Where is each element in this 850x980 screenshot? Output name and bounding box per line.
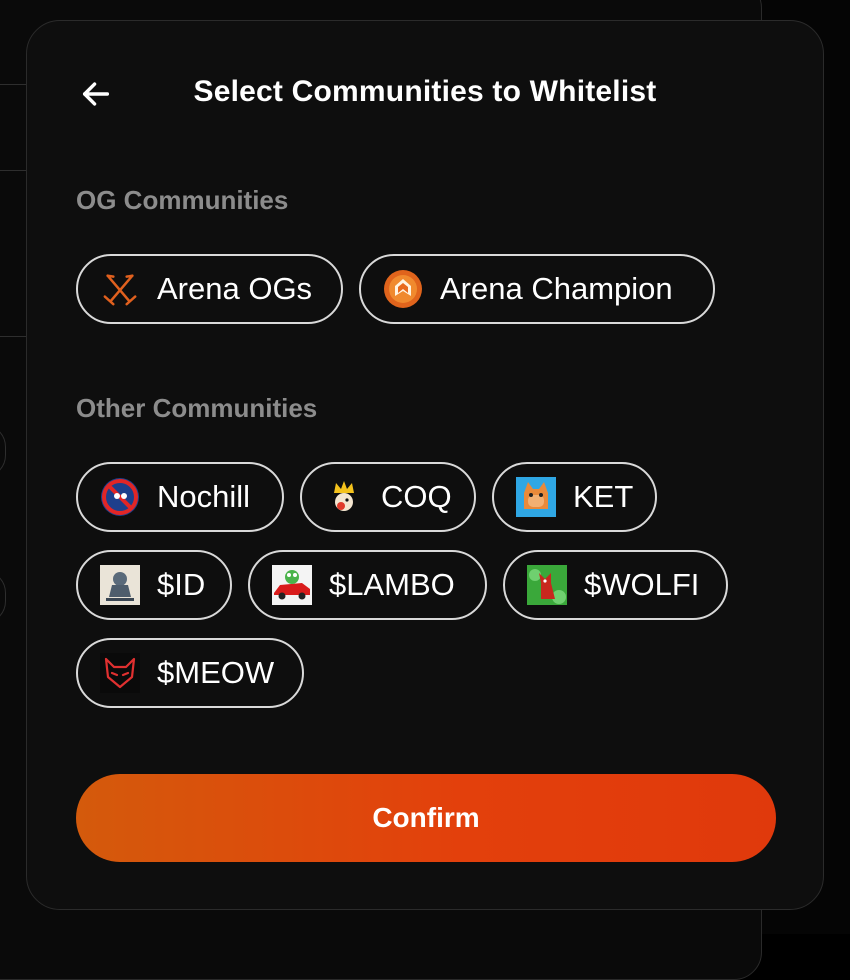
community-chip-arena-ogs[interactable]: Arena OGs: [76, 254, 343, 324]
integrity-avatar: [100, 565, 140, 605]
cat-avatar: [516, 477, 556, 517]
whitelist-modal: Select Communities to Whitelist OG Commu…: [26, 20, 824, 910]
community-label: Arena Champion: [440, 271, 673, 306]
community-label: Arena OGs: [157, 271, 313, 306]
community-label: $LAMBO: [329, 567, 455, 602]
confirm-button[interactable]: Confirm: [76, 774, 776, 862]
devil-cat-avatar: [100, 653, 140, 693]
community-label: $MEOW: [157, 655, 275, 690]
community-chip-id[interactable]: $ID: [76, 550, 232, 620]
og-communities-label: OG Communities: [76, 185, 289, 215]
community-label: KET: [573, 479, 634, 514]
community-chip-meow[interactable]: $MEOW: [76, 638, 304, 708]
community-chip-nochill[interactable]: Nochill: [76, 462, 284, 532]
community-chip-coq[interactable]: COQ: [300, 462, 476, 532]
orange-badge-icon: [383, 269, 423, 309]
community-chip-wolfi[interactable]: $WOLFI: [503, 550, 728, 620]
community-label: $ID: [157, 567, 206, 602]
crown-chicken-avatar: [324, 477, 364, 517]
crossed-swords-icon: [100, 269, 140, 309]
frog-car-avatar: [272, 565, 312, 605]
modal-title: Select Communities to Whitelist: [193, 75, 657, 108]
community-label: Nochill: [157, 479, 251, 514]
community-chip-arena-champion[interactable]: Arena Champion: [359, 254, 715, 324]
community-chip-ket[interactable]: KET: [492, 462, 657, 532]
community-chip-lambo[interactable]: $LAMBO: [248, 550, 487, 620]
community-label: $WOLFI: [584, 567, 700, 602]
nochill-avatar: [100, 477, 140, 517]
community-label: COQ: [381, 479, 452, 514]
other-communities-label: Other Communities: [76, 393, 318, 423]
wolf-avatar: [527, 565, 567, 605]
